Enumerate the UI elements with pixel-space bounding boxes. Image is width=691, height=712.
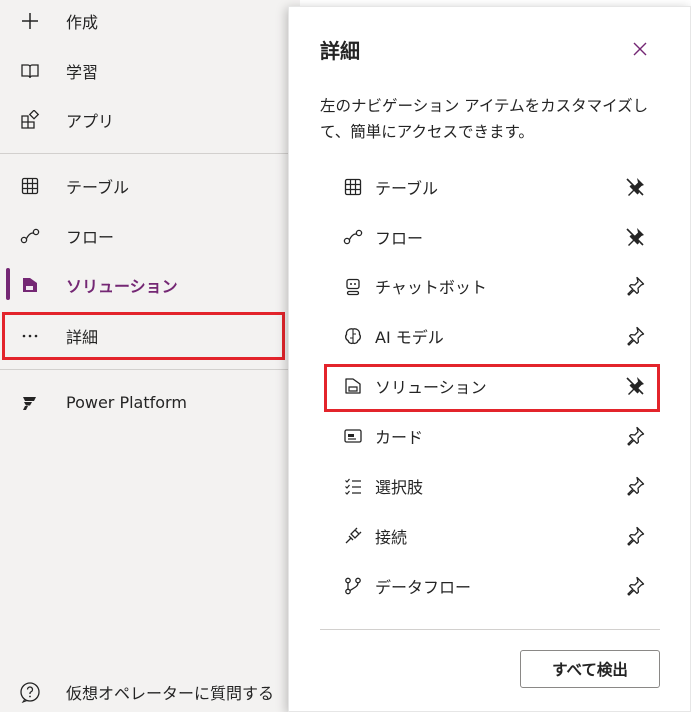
- nav-item-label: 学習: [66, 63, 99, 82]
- nav-item-label: 作成: [66, 13, 99, 32]
- flyout-item-label: チャットボット: [375, 278, 487, 297]
- highlight-box-solutions: [324, 364, 660, 412]
- panel-title: 詳細: [320, 39, 360, 63]
- book-icon: [19, 60, 41, 82]
- power-platform-icon: [19, 391, 41, 413]
- flyout-item-label: カード: [375, 428, 424, 447]
- pin-icon: [624, 525, 646, 547]
- brain-icon: [342, 325, 364, 347]
- nav-item-apps[interactable]: アプリ: [0, 96, 290, 144]
- flyout-item-choices[interactable]: 選択肢: [329, 466, 659, 506]
- panel-divider: [320, 629, 660, 630]
- pin-button[interactable]: [622, 423, 648, 449]
- nav-divider: [0, 153, 290, 154]
- flyout-item-ai-models[interactable]: AI モデル: [329, 316, 659, 356]
- table-icon: [19, 175, 41, 197]
- flyout-item-chatbots[interactable]: チャットボット: [329, 266, 659, 306]
- nav-item-label: Power Platform: [66, 392, 187, 412]
- pin-icon: [624, 275, 646, 297]
- nav-item-virtual-agent[interactable]: 仮想オペレーターに質問する: [0, 668, 290, 712]
- choice-list-icon: [342, 475, 364, 497]
- nav-item-label: アプリ: [66, 112, 115, 131]
- pin-button[interactable]: [622, 473, 648, 499]
- nav-item-tables[interactable]: テーブル: [0, 162, 290, 210]
- close-button[interactable]: [627, 36, 653, 62]
- nav-item-flows[interactable]: フロー: [0, 212, 290, 260]
- flyout-item-label: AI モデル: [375, 328, 444, 347]
- pin-icon: [624, 325, 646, 347]
- flyout-item-label: 選択肢: [375, 478, 424, 497]
- unpin-button[interactable]: [622, 224, 648, 250]
- nav-item-power-platform[interactable]: Power Platform: [0, 378, 290, 426]
- pin-icon: [624, 425, 646, 447]
- pin-icon: [624, 475, 646, 497]
- solution-icon: [19, 274, 41, 296]
- left-navigation: 作成 学習 アプリ テーブル フロー ソリューション 詳細 Power Plat…: [0, 0, 300, 712]
- pin-button[interactable]: [622, 523, 648, 549]
- flyout-item-label: フロー: [375, 229, 424, 248]
- flyout-item-label: 接続: [375, 528, 408, 547]
- unpin-button[interactable]: [622, 174, 648, 200]
- card-icon: [342, 425, 364, 447]
- pin-button[interactable]: [622, 273, 648, 299]
- pinned-icon: [624, 176, 646, 198]
- pin-icon: [624, 575, 646, 597]
- help-icon: [19, 681, 41, 703]
- detect-all-button[interactable]: すべて検出: [520, 650, 660, 688]
- pin-button[interactable]: [622, 573, 648, 599]
- panel-description: 左のナビゲーション アイテムをカスタマイズして、簡単にアクセスできます。: [320, 97, 649, 141]
- pinned-icon: [624, 226, 646, 248]
- flyout-item-label: データフロー: [375, 578, 472, 597]
- table-icon: [342, 176, 364, 198]
- flow-icon: [19, 225, 41, 247]
- nav-item-label: 仮想オペレーターに質問する: [66, 684, 275, 703]
- highlight-box-more: [2, 312, 285, 360]
- flow-icon: [342, 226, 364, 248]
- nav-item-label: ソリューション: [66, 277, 178, 296]
- flyout-item-flows[interactable]: フロー: [329, 217, 659, 257]
- flyout-item-connections[interactable]: 接続: [329, 516, 659, 556]
- nav-item-label: フロー: [66, 228, 115, 247]
- more-flyout-panel: 詳細 左のナビゲーション アイテムをカスタマイズして、簡単にアクセスできます。 …: [288, 6, 691, 712]
- flyout-item-cards[interactable]: カード: [329, 416, 659, 456]
- flyout-item-tables[interactable]: テーブル: [329, 167, 659, 207]
- nav-divider: [0, 369, 290, 370]
- flyout-item-dataflows[interactable]: データフロー: [329, 566, 659, 606]
- close-icon: [632, 41, 648, 57]
- flyout-item-label: テーブル: [375, 179, 439, 198]
- plug-icon: [342, 525, 364, 547]
- nav-item-create[interactable]: 作成: [0, 0, 290, 45]
- apps-icon: [19, 109, 41, 131]
- bot-icon: [342, 275, 364, 297]
- nav-item-solutions[interactable]: ソリューション: [0, 261, 290, 309]
- nav-item-label: テーブル: [66, 178, 130, 197]
- plus-icon: [19, 10, 41, 32]
- pin-button[interactable]: [622, 323, 648, 349]
- nav-item-learn[interactable]: 学習: [0, 47, 290, 95]
- dataflow-icon: [342, 575, 364, 597]
